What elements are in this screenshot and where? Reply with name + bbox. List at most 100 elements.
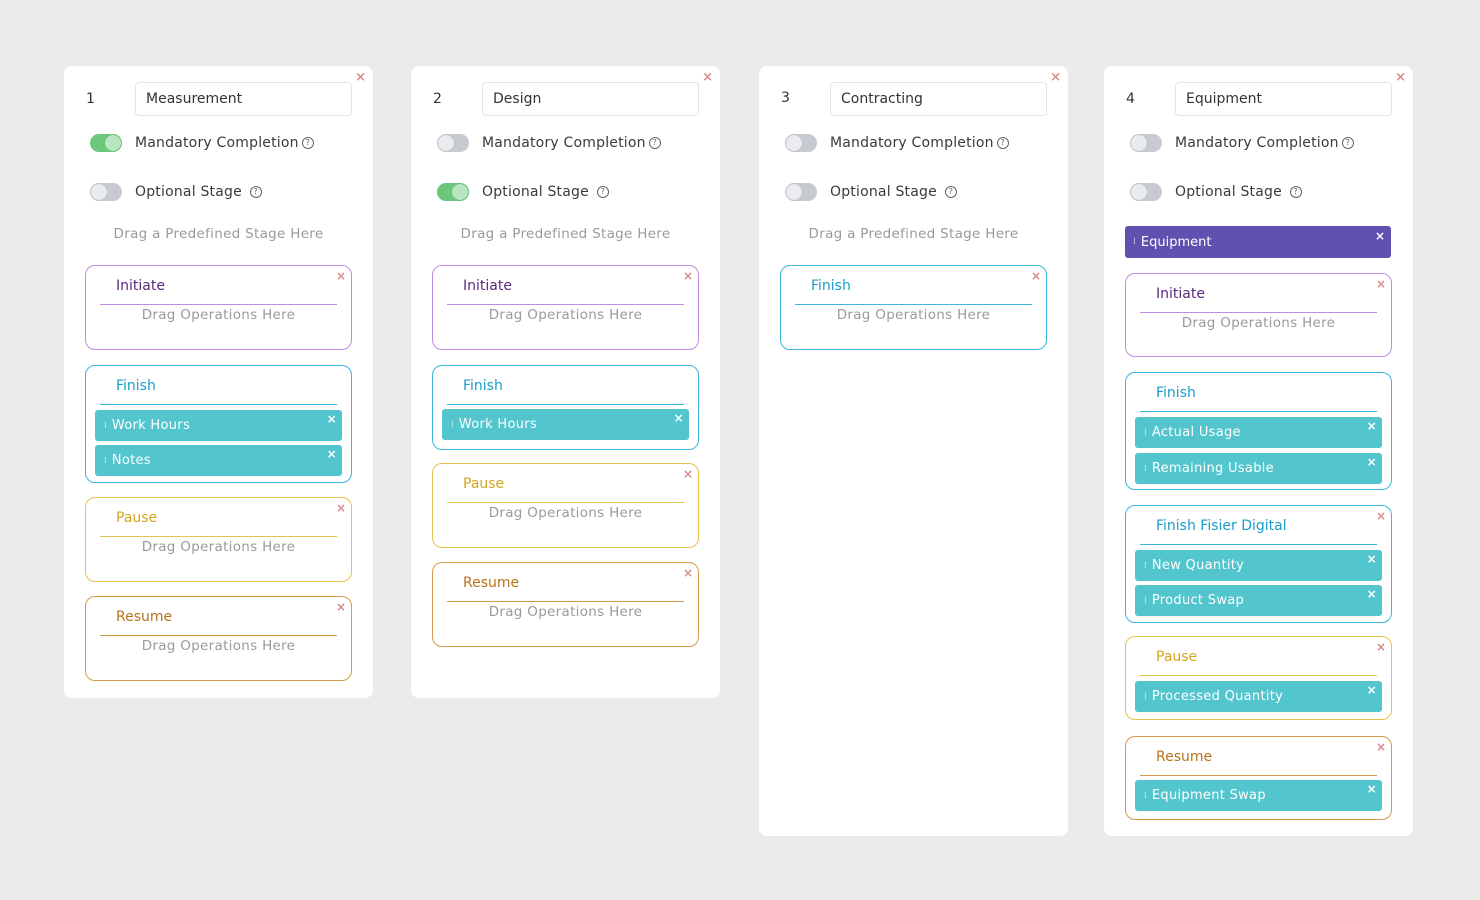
remove-stage-icon[interactable]: × <box>1376 640 1386 654</box>
drag-handle-icon[interactable]: ⁞ <box>104 421 107 431</box>
predefined-stage-chip[interactable]: ⁞ Equipment × <box>1125 226 1391 258</box>
optional-stage-label: Optional Stage <box>135 184 242 200</box>
mandatory-completion-toggle[interactable] <box>90 134 122 152</box>
remove-stage-icon[interactable]: × <box>1376 740 1386 754</box>
remove-operation-icon[interactable]: × <box>327 447 337 461</box>
stage-card-resume[interactable]: Resume × Drag Operations Here <box>432 562 699 647</box>
remove-operation-icon[interactable]: × <box>1367 552 1377 566</box>
stage-card-finish[interactable]: Finish ⁞ Actual Usage × ⁞ Remaining Usab… <box>1125 372 1392 490</box>
operation-label: New Quantity <box>1151 558 1245 573</box>
column-number: 3 <box>781 90 790 106</box>
remove-stage-icon[interactable]: × <box>1376 277 1386 291</box>
help-icon[interactable]: ? <box>1289 186 1302 198</box>
remove-operation-icon[interactable]: × <box>674 411 684 425</box>
remove-operation-icon[interactable]: × <box>1367 587 1377 601</box>
operations-dropzone[interactable]: Drag Operations Here <box>433 307 698 323</box>
operation-chip[interactable]: ⁞ Equipment Swap × <box>1135 780 1382 811</box>
column-name-input[interactable] <box>482 82 699 116</box>
drag-handle-icon[interactable]: ⁞ <box>1144 692 1147 702</box>
predefined-stage-dropzone[interactable]: Drag a Predefined Stage Here <box>64 226 373 242</box>
stage-card-pause[interactable]: Pause × ⁞ Processed Quantity × <box>1125 636 1392 720</box>
help-icon[interactable]: ? <box>249 186 262 198</box>
remove-stage-icon[interactable]: × <box>683 269 693 283</box>
drag-handle-icon[interactable]: ⁞ <box>1144 596 1147 606</box>
remove-stage-icon[interactable]: × <box>1031 269 1041 283</box>
remove-stage-icon[interactable]: × <box>683 467 693 481</box>
help-icon[interactable]: ? <box>596 186 609 198</box>
stage-card-finish[interactable]: Finish ⁞ Work Hours × <box>432 365 699 450</box>
operation-chip[interactable]: ⁞ Product Swap × <box>1135 585 1382 616</box>
drag-handle-icon[interactable]: ⁞ <box>1133 237 1136 247</box>
predefined-stage-dropzone[interactable]: Drag a Predefined Stage Here <box>759 226 1068 242</box>
drag-handle-icon[interactable]: ⁞ <box>104 456 107 466</box>
remove-stage-icon[interactable]: × <box>336 600 346 614</box>
stage-title: Resume <box>1156 749 1213 765</box>
remove-column-icon[interactable]: × <box>702 70 713 85</box>
operation-chip[interactable]: ⁞ New Quantity × <box>1135 550 1382 581</box>
stage-divider <box>447 304 684 305</box>
column-name-input[interactable] <box>830 82 1047 116</box>
stage-card-initiate[interactable]: Initiate × Drag Operations Here <box>432 265 699 350</box>
operations-dropzone[interactable]: Drag Operations Here <box>86 307 351 323</box>
predefined-stage-dropzone[interactable]: Drag a Predefined Stage Here <box>411 226 720 242</box>
column-number: 1 <box>86 91 95 107</box>
remove-stage-icon[interactable]: × <box>336 269 346 283</box>
column-name-input[interactable] <box>135 82 352 116</box>
help-icon[interactable]: ? <box>301 137 314 149</box>
optional-stage-toggle[interactable] <box>437 183 469 201</box>
operations-dropzone[interactable]: Drag Operations Here <box>781 307 1046 323</box>
stage-card-pause[interactable]: Pause × Drag Operations Here <box>432 463 699 548</box>
stage-card-initiate[interactable]: Initiate × Drag Operations Here <box>85 265 352 350</box>
stage-card-pause[interactable]: Pause × Drag Operations Here <box>85 497 352 582</box>
drag-handle-icon[interactable]: ⁞ <box>1144 464 1147 474</box>
remove-column-icon[interactable]: × <box>1395 70 1406 85</box>
drag-handle-icon[interactable]: ⁞ <box>1144 561 1147 571</box>
operations-dropzone[interactable]: Drag Operations Here <box>1126 315 1391 331</box>
remove-operation-icon[interactable]: × <box>1367 782 1377 796</box>
column-name-input[interactable] <box>1175 82 1392 116</box>
operation-chip[interactable]: ⁞ Work Hours × <box>442 409 689 440</box>
stage-card-resume[interactable]: Resume × Drag Operations Here <box>85 596 352 681</box>
stage-card-finish[interactable]: Finish × Drag Operations Here <box>780 265 1047 350</box>
stage-card-finish[interactable]: Finish ⁞ Work Hours × ⁞ Notes × <box>85 365 352 483</box>
mandatory-completion-toggle[interactable] <box>785 134 817 152</box>
drag-handle-icon[interactable]: ⁞ <box>451 420 454 430</box>
stage-card-finish-fisier-digital[interactable]: Finish Fisier Digital × ⁞ New Quantity ×… <box>1125 505 1392 623</box>
operation-chip[interactable]: ⁞ Processed Quantity × <box>1135 681 1382 712</box>
operation-label: Work Hours <box>458 417 538 432</box>
stage-card-resume[interactable]: Resume × ⁞ Equipment Swap × <box>1125 736 1392 820</box>
stage-divider <box>1140 544 1377 545</box>
operation-chip[interactable]: ⁞ Remaining Usable × <box>1135 453 1382 484</box>
mandatory-completion-toggle[interactable] <box>437 134 469 152</box>
operation-chip[interactable]: ⁞ Actual Usage × <box>1135 417 1382 448</box>
help-icon[interactable]: ? <box>648 137 661 149</box>
remove-operation-icon[interactable]: × <box>1367 455 1377 469</box>
optional-stage-toggle[interactable] <box>785 183 817 201</box>
stage-divider <box>795 304 1032 305</box>
remove-column-icon[interactable]: × <box>355 70 366 85</box>
help-icon[interactable]: ? <box>944 186 957 198</box>
remove-stage-icon[interactable]: × <box>336 501 346 515</box>
optional-stage-toggle[interactable] <box>1130 183 1162 201</box>
help-icon[interactable]: ? <box>1341 137 1354 149</box>
remove-stage-icon[interactable]: × <box>683 566 693 580</box>
optional-stage-toggle[interactable] <box>90 183 122 201</box>
stage-divider <box>1140 675 1377 676</box>
operation-chip[interactable]: ⁞ Notes × <box>95 445 342 476</box>
mandatory-completion-toggle[interactable] <box>1130 134 1162 152</box>
remove-operation-icon[interactable]: × <box>327 412 337 426</box>
drag-handle-icon[interactable]: ⁞ <box>1144 791 1147 801</box>
remove-operation-icon[interactable]: × <box>1367 419 1377 433</box>
remove-stage-icon[interactable]: × <box>1376 509 1386 523</box>
remove-column-icon[interactable]: × <box>1050 70 1061 85</box>
operations-dropzone[interactable]: Drag Operations Here <box>86 638 351 654</box>
operations-dropzone[interactable]: Drag Operations Here <box>433 604 698 620</box>
drag-handle-icon[interactable]: ⁞ <box>1144 428 1147 438</box>
remove-operation-icon[interactable]: × <box>1367 683 1377 697</box>
operations-dropzone[interactable]: Drag Operations Here <box>86 539 351 555</box>
operations-dropzone[interactable]: Drag Operations Here <box>433 505 698 521</box>
help-icon[interactable]: ? <box>996 137 1009 149</box>
stage-card-initiate[interactable]: Initiate × Drag Operations Here <box>1125 273 1392 357</box>
remove-predefined-stage-icon[interactable]: × <box>1375 229 1385 243</box>
operation-chip[interactable]: ⁞ Work Hours × <box>95 410 342 441</box>
